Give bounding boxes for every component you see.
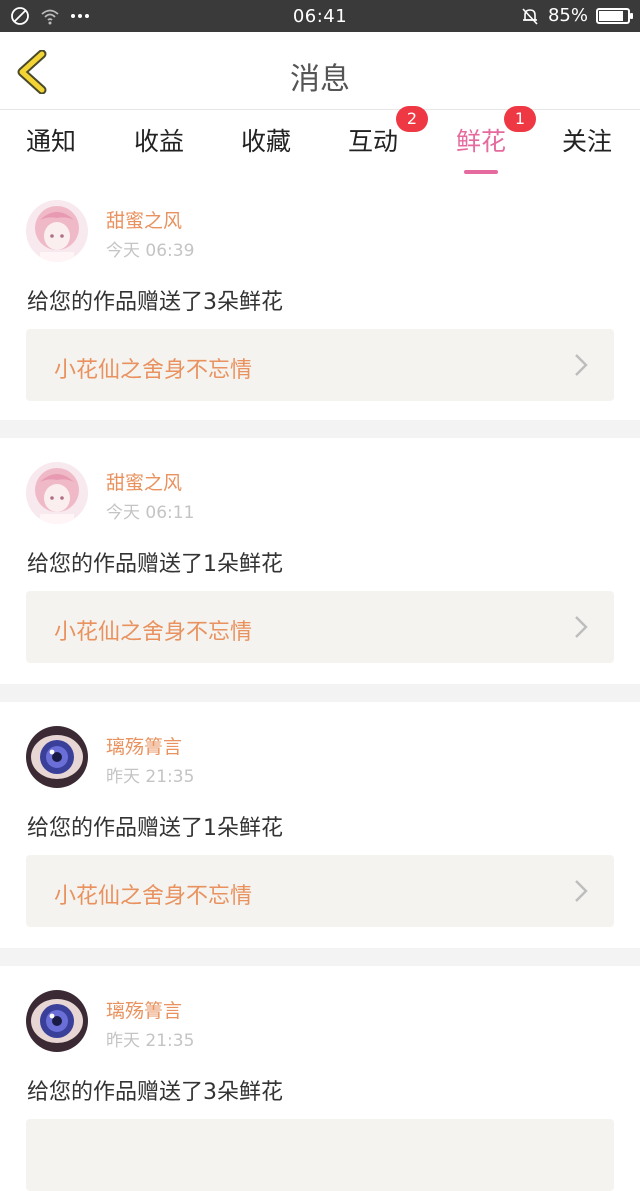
status-bar: 06:41 85%: [0, 0, 640, 32]
message-card: 甜蜜之风 今天 06:11 给您的作品赠送了1朵鲜花 小花仙之舍身不忘情: [0, 438, 640, 684]
user-avatar[interactable]: [26, 726, 88, 788]
work-link[interactable]: [26, 1119, 614, 1191]
battery-fill: [599, 10, 624, 21]
mute-bell-icon: [522, 7, 538, 25]
message-card: 甜蜜之风 今天 06:39 给您的作品赠送了3朵鲜花 小花仙之舍身不忘情: [0, 176, 640, 420]
message-time: 昨天 21:35: [106, 767, 195, 787]
message-text: 给您的作品赠送了1朵鲜花: [27, 816, 283, 841]
active-tab-indicator: [464, 170, 498, 174]
user-avatar[interactable]: [26, 200, 88, 262]
unread-badge: 1: [504, 106, 537, 132]
flower-message-list: 甜蜜之风 今天 06:39 给您的作品赠送了3朵鲜花 小花仙之舍身不忘情 甜蜜之…: [0, 176, 640, 1191]
message-text: 给您的作品赠送了3朵鲜花: [27, 1080, 283, 1105]
sender-name[interactable]: 璃殇箐言: [106, 996, 182, 1023]
tab-favorites[interactable]: 收藏: [241, 122, 291, 158]
battery-percent: 85%: [547, 5, 588, 26]
user-avatar[interactable]: [26, 990, 88, 1052]
work-link[interactable]: 小花仙之舍身不忘情: [26, 855, 614, 927]
tab-interaction[interactable]: 互动 2: [348, 106, 429, 158]
unread-badge: 2: [396, 106, 429, 132]
chevron-right-icon: [575, 354, 588, 376]
tab-label: 关注: [562, 127, 613, 156]
tab-follow[interactable]: 关注: [562, 122, 612, 158]
message-text: 给您的作品赠送了3朵鲜花: [27, 290, 283, 315]
tab-label: 鲜花: [456, 127, 507, 156]
tab-earnings[interactable]: 收益: [134, 122, 184, 158]
sender-name[interactable]: 璃殇箐言: [106, 732, 182, 759]
message-text: 给您的作品赠送了1朵鲜花: [27, 552, 283, 577]
tab-label: 收藏: [241, 127, 292, 156]
tab-label: 通知: [26, 127, 77, 156]
sender-name[interactable]: 甜蜜之风: [106, 468, 182, 495]
tab-label: 收益: [134, 127, 185, 156]
nav-header: 消息: [0, 32, 640, 110]
message-card: 璃殇箐言 昨天 21:35 给您的作品赠送了1朵鲜花 小花仙之舍身不忘情: [0, 702, 640, 948]
work-title: 小花仙之舍身不忘情: [54, 884, 253, 909]
message-tabs: 通知 收益 收藏 互动 2 鲜花 1 关注: [0, 106, 640, 174]
work-title: 小花仙之舍身不忘情: [54, 358, 253, 383]
status-right-icons: 85%: [520, 5, 633, 26]
sender-name[interactable]: 甜蜜之风: [106, 206, 182, 233]
work-link[interactable]: 小花仙之舍身不忘情: [26, 591, 614, 663]
chevron-right-icon: [575, 880, 588, 902]
user-avatar[interactable]: [26, 462, 88, 524]
chevron-right-icon: [575, 616, 588, 638]
tab-flowers[interactable]: 鲜花 1: [456, 106, 537, 174]
card-divider: [0, 684, 640, 702]
tab-notice[interactable]: 通知: [26, 122, 76, 158]
work-title: 小花仙之舍身不忘情: [54, 620, 253, 645]
page-title: 消息: [290, 62, 350, 97]
battery-icon: [596, 7, 633, 24]
card-divider: [0, 420, 640, 438]
work-link[interactable]: 小花仙之舍身不忘情: [26, 329, 614, 401]
message-time: 今天 06:11: [106, 503, 195, 523]
card-divider: [0, 948, 640, 966]
message-time: 今天 06:39: [106, 241, 195, 261]
message-time: 昨天 21:35: [106, 1031, 195, 1051]
tab-label: 互动: [348, 127, 399, 156]
message-card: 璃殇箐言 昨天 21:35 给您的作品赠送了3朵鲜花: [0, 966, 640, 1191]
